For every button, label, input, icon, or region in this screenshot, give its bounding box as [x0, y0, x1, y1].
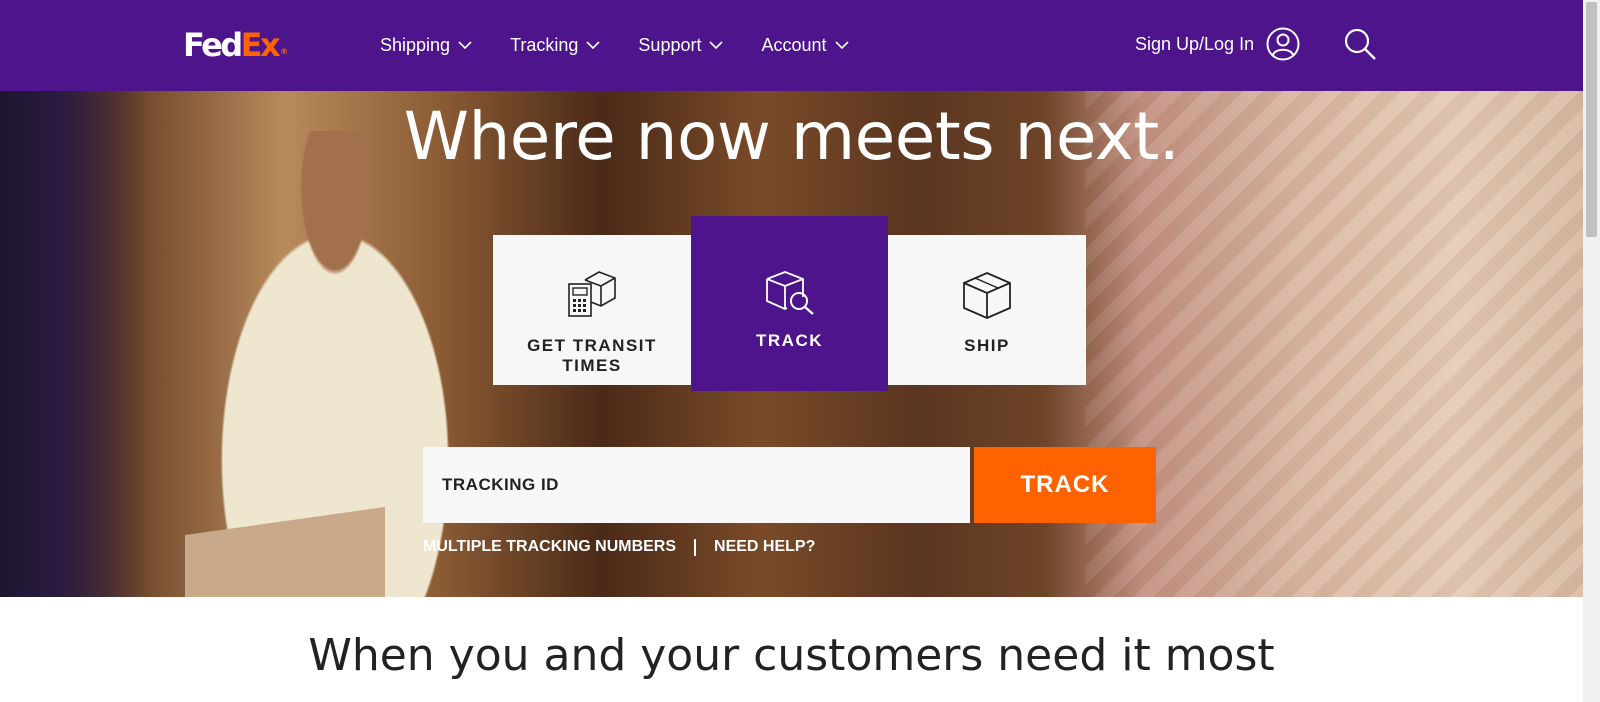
tab-ship[interactable]: SHIP [888, 235, 1086, 385]
user-circle-icon [1266, 27, 1300, 61]
main-nav: Shipping Tracking Support Account [380, 33, 849, 57]
scrollbar-thumb[interactable] [1586, 2, 1597, 237]
tab-get-transit-times[interactable]: GET TRANSIT TIMES [493, 235, 691, 385]
tab-track-label: TRACK [756, 331, 823, 350]
nav-shipping-label: Shipping [380, 35, 451, 55]
chevron-down-icon [458, 41, 472, 50]
chevron-down-icon [586, 41, 600, 50]
package-icon [963, 272, 1011, 319]
logo-fed: Fed [183, 26, 243, 64]
chevron-down-icon [834, 41, 849, 50]
nav-support[interactable]: Support [638, 33, 724, 57]
package-search-icon [765, 271, 814, 315]
nav-tracking-label: Tracking [510, 35, 579, 55]
tracking-id-input[interactable] [423, 447, 970, 523]
nav-tracking[interactable]: Tracking [510, 33, 600, 57]
nav-account-label: Account [761, 35, 827, 55]
logo-ex: Ex [240, 26, 281, 64]
signin-label: Sign Up/Log In [1135, 33, 1255, 54]
hero-headline: Where now meets next. [403, 98, 1180, 175]
tab-get-transit-times-label: GET TRANSIT TIMES [527, 336, 657, 375]
site-header: FedEx ® Shipping Tracking Support Account… [0, 0, 1583, 91]
need-help-link[interactable]: NEED HELP? [714, 538, 815, 556]
tab-track[interactable]: TRACK [691, 216, 888, 391]
logo-registered: ® [280, 47, 289, 56]
search-icon[interactable] [1343, 27, 1377, 61]
nav-shipping[interactable]: Shipping [380, 33, 472, 57]
tracking-links: MULTIPLE TRACKING NUMBERS NEED HELP? [423, 538, 815, 556]
chevron-down-icon [709, 41, 724, 50]
fedex-logo[interactable]: FedEx ® [183, 25, 288, 72]
calculator-package-icon [568, 271, 616, 317]
nav-support-label: Support [638, 35, 702, 55]
link-divider [694, 538, 697, 556]
signin-link[interactable]: Sign Up/Log In [1135, 27, 1300, 61]
nav-account[interactable]: Account [761, 33, 849, 57]
tab-ship-label: SHIP [964, 336, 1010, 355]
track-button[interactable]: TRACK [974, 447, 1156, 523]
page-scrollbar[interactable] [1583, 0, 1600, 702]
multiple-tracking-numbers-link[interactable]: MULTIPLE TRACKING NUMBERS [423, 538, 676, 556]
section-title: When you and your customers need it most [308, 630, 1275, 681]
